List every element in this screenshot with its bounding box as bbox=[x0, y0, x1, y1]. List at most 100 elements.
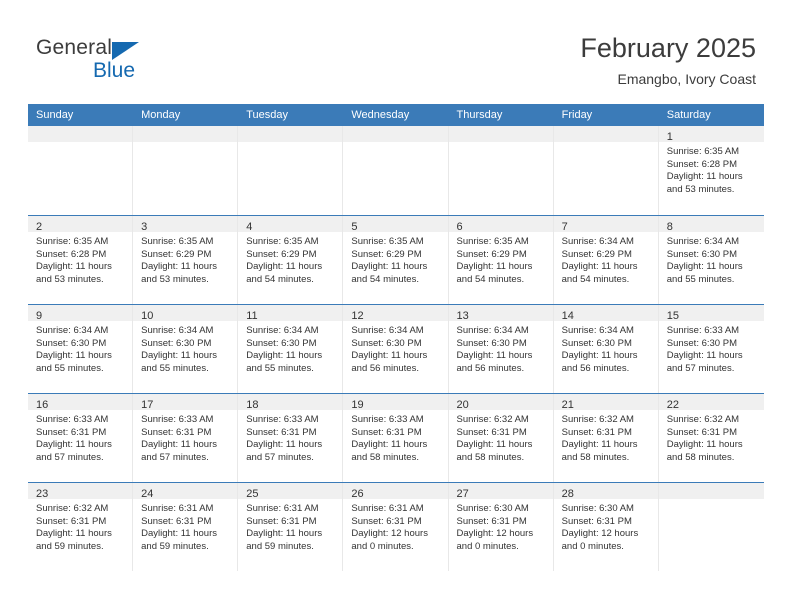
day-number-band: 23 bbox=[28, 483, 133, 500]
page-header: General Blue February 2025 Emangbo, Ivor… bbox=[0, 0, 792, 104]
calendar-day-cell-empty bbox=[133, 126, 239, 215]
day-number-band: 8 bbox=[658, 216, 764, 233]
daylight-text-line1: Daylight: 11 hours bbox=[561, 261, 638, 273]
calendar-day-cell[interactable]: 11 Sunrise: 6:34 AM Sunset: 6:30 PM Dayligh… bbox=[238, 305, 344, 393]
calendar-day-cell[interactable]: 20 Sunrise: 6:32 AM Sunset: 6:31 PM Dayligh… bbox=[448, 394, 554, 482]
calendar-day-cell[interactable]: 14 Sunrise: 6:34 AM Sunset: 6:30 PM Dayligh… bbox=[553, 305, 659, 393]
calendar-day-cell[interactable]: 15 Sunrise: 6:33 AM Sunset: 6:30 PM Dayligh… bbox=[658, 305, 764, 393]
sunrise-text: Sunrise: 6:30 AM bbox=[456, 503, 529, 514]
calendar-day-cell[interactable]: 4 Sunrise: 6:35 AM Sunset: 6:29 PM Daylight… bbox=[238, 216, 344, 304]
day-details: Sunrise: 6:33 AM Sunset: 6:31 PM Daylight:… bbox=[133, 410, 237, 464]
sunrise-text: Sunrise: 6:33 AM bbox=[246, 414, 319, 425]
day-number-band: 1 bbox=[658, 126, 764, 143]
calendar-day-cell[interactable]: 2 Sunrise: 6:35 AM Sunset: 6:28 PM Daylight… bbox=[28, 216, 134, 304]
sunrise-text: Sunrise: 6:32 AM bbox=[456, 414, 529, 425]
calendar-day-cell[interactable]: 10 Sunrise: 6:34 AM Sunset: 6:30 PM Dayligh… bbox=[133, 305, 239, 393]
sunset-text: Sunset: 6:31 PM bbox=[561, 426, 632, 438]
calendar-day-cell[interactable]: 17 Sunrise: 6:33 AM Sunset: 6:31 PM Dayligh… bbox=[133, 394, 239, 482]
calendar-day-cell[interactable]: 25 Sunrise: 6:31 AM Sunset: 6:31 PM Dayligh… bbox=[238, 483, 344, 571]
sunset-text: Sunset: 6:28 PM bbox=[666, 158, 737, 170]
sunset-text: Sunset: 6:30 PM bbox=[141, 337, 212, 349]
triangle-icon bbox=[112, 42, 139, 60]
calendar-day-cell[interactable]: 28 Sunrise: 6:30 AM Sunset: 6:31 PM Dayligh… bbox=[553, 483, 659, 571]
calendar-day-cell-empty bbox=[238, 126, 344, 215]
day-details: Sunrise: 6:34 AM Sunset: 6:30 PM Daylight:… bbox=[133, 321, 237, 375]
calendar-week-row: 16 Sunrise: 6:33 AM Sunset: 6:31 PM Dayligh… bbox=[28, 393, 764, 482]
sunrise-text: Sunrise: 6:32 AM bbox=[36, 503, 109, 514]
calendar-day-cell[interactable]: 16 Sunrise: 6:33 AM Sunset: 6:31 PM Dayligh… bbox=[28, 394, 134, 482]
daylight-text-line1: Daylight: 11 hours bbox=[456, 261, 533, 273]
daylight-text-line2: and 59 minutes. bbox=[141, 540, 209, 552]
calendar-week-row: 1 Sunrise: 6:35 AM Sunset: 6:28 PM Daylight… bbox=[28, 126, 764, 215]
calendar-day-cell[interactable]: 22 Sunrise: 6:32 AM Sunset: 6:31 PM Dayligh… bbox=[658, 394, 764, 482]
calendar-day-cell[interactable]: 27 Sunrise: 6:30 AM Sunset: 6:31 PM Dayligh… bbox=[448, 483, 554, 571]
day-details: Sunrise: 6:33 AM Sunset: 6:30 PM Daylight:… bbox=[659, 321, 764, 375]
calendar-day-cell[interactable]: 9 Sunrise: 6:34 AM Sunset: 6:30 PM Daylight… bbox=[28, 305, 134, 393]
daylight-text-line1: Daylight: 11 hours bbox=[456, 439, 533, 451]
day-number: 5 bbox=[351, 221, 358, 233]
calendar-grid: Sunday Monday Tuesday Wednesday Thursday… bbox=[28, 104, 764, 571]
day-number-band bbox=[28, 126, 133, 142]
daylight-text-line1: Daylight: 11 hours bbox=[246, 350, 323, 362]
daylight-text-line1: Daylight: 11 hours bbox=[246, 439, 323, 451]
calendar-day-cell[interactable]: 26 Sunrise: 6:31 AM Sunset: 6:31 PM Dayligh… bbox=[343, 483, 449, 571]
weekday-header-row: Sunday Monday Tuesday Wednesday Thursday… bbox=[28, 104, 764, 126]
daylight-text-line2: and 58 minutes. bbox=[561, 451, 630, 463]
day-details: Sunrise: 6:33 AM Sunset: 6:31 PM Daylight:… bbox=[238, 410, 342, 464]
sunset-text: Sunset: 6:31 PM bbox=[36, 515, 107, 527]
day-number-band: 5 bbox=[343, 216, 448, 233]
daylight-text-line1: Daylight: 11 hours bbox=[246, 261, 323, 273]
day-details: Sunrise: 6:31 AM Sunset: 6:31 PM Daylight:… bbox=[133, 499, 237, 553]
day-number: 7 bbox=[561, 221, 568, 233]
day-details: Sunrise: 6:35 AM Sunset: 6:29 PM Daylight:… bbox=[133, 232, 237, 286]
day-details: Sunrise: 6:34 AM Sunset: 6:30 PM Daylight:… bbox=[659, 232, 764, 286]
general-blue-logo[interactable]: General Blue bbox=[36, 36, 216, 86]
day-details: Sunrise: 6:32 AM Sunset: 6:31 PM Daylight:… bbox=[659, 410, 764, 464]
sunrise-text: Sunrise: 6:32 AM bbox=[561, 414, 634, 425]
calendar-day-cell[interactable]: 19 Sunrise: 6:33 AM Sunset: 6:31 PM Dayligh… bbox=[343, 394, 449, 482]
daylight-text-line2: and 58 minutes. bbox=[666, 451, 735, 463]
calendar-day-cell[interactable]: 12 Sunrise: 6:34 AM Sunset: 6:30 PM Dayligh… bbox=[343, 305, 449, 393]
day-number: 21 bbox=[561, 399, 574, 411]
daylight-text-line1: Daylight: 11 hours bbox=[561, 439, 638, 451]
page-subtitle: Emangbo, Ivory Coast bbox=[617, 71, 756, 87]
daylight-text-line2: and 56 minutes. bbox=[456, 362, 525, 374]
sunrise-text: Sunrise: 6:31 AM bbox=[141, 503, 214, 514]
day-details bbox=[659, 499, 764, 503]
sunrise-text: Sunrise: 6:34 AM bbox=[456, 325, 529, 336]
day-details: Sunrise: 6:34 AM Sunset: 6:30 PM Daylight:… bbox=[28, 321, 132, 375]
page-title: February 2025 bbox=[580, 33, 756, 63]
calendar-day-cell[interactable]: 5 Sunrise: 6:35 AM Sunset: 6:29 PM Daylight… bbox=[343, 216, 449, 304]
sunrise-text: Sunrise: 6:33 AM bbox=[141, 414, 214, 425]
day-details bbox=[28, 142, 132, 146]
daylight-text-line2: and 55 minutes. bbox=[246, 362, 314, 374]
calendar-day-cell[interactable]: 8 Sunrise: 6:34 AM Sunset: 6:30 PM Daylight… bbox=[658, 216, 764, 304]
calendar-day-cell[interactable]: 23 Sunrise: 6:32 AM Sunset: 6:31 PM Dayligh… bbox=[28, 483, 134, 571]
calendar-day-cell[interactable]: 13 Sunrise: 6:34 AM Sunset: 6:30 PM Dayligh… bbox=[448, 305, 554, 393]
day-number-band: 17 bbox=[133, 394, 238, 411]
day-details: Sunrise: 6:32 AM Sunset: 6:31 PM Daylight:… bbox=[28, 499, 132, 553]
daylight-text-line1: Daylight: 12 hours bbox=[456, 528, 534, 540]
calendar-day-cell[interactable]: 21 Sunrise: 6:32 AM Sunset: 6:31 PM Dayligh… bbox=[553, 394, 659, 482]
calendar-day-cell[interactable]: 24 Sunrise: 6:31 AM Sunset: 6:31 PM Dayligh… bbox=[133, 483, 239, 571]
day-number: 14 bbox=[561, 310, 574, 322]
daylight-text-line2: and 59 minutes. bbox=[36, 540, 104, 552]
day-details: Sunrise: 6:34 AM Sunset: 6:30 PM Daylight:… bbox=[238, 321, 342, 375]
day-number: 8 bbox=[666, 221, 673, 233]
sunrise-text: Sunrise: 6:33 AM bbox=[351, 414, 424, 425]
calendar-day-cell[interactable]: 6 Sunrise: 6:35 AM Sunset: 6:29 PM Daylight… bbox=[448, 216, 554, 304]
day-number: 2 bbox=[36, 221, 43, 233]
day-number-band: 9 bbox=[28, 305, 133, 322]
sunset-text: Sunset: 6:31 PM bbox=[456, 515, 527, 527]
calendar-day-cell[interactable]: 1 Sunrise: 6:35 AM Sunset: 6:28 PM Daylight… bbox=[658, 126, 764, 215]
sunrise-text: Sunrise: 6:34 AM bbox=[351, 325, 424, 336]
daylight-text-line1: Daylight: 11 hours bbox=[141, 528, 217, 540]
day-number: 19 bbox=[351, 399, 364, 411]
daylight-text-line2: and 53 minutes. bbox=[666, 183, 735, 195]
calendar-day-cell[interactable]: 3 Sunrise: 6:35 AM Sunset: 6:29 PM Daylight… bbox=[133, 216, 239, 304]
calendar-day-cell[interactable]: 18 Sunrise: 6:33 AM Sunset: 6:31 PM Dayligh… bbox=[238, 394, 344, 482]
calendar-day-cell[interactable]: 7 Sunrise: 6:34 AM Sunset: 6:29 PM Daylight… bbox=[553, 216, 659, 304]
weekday-header-monday: Monday bbox=[141, 109, 181, 121]
sunset-text: Sunset: 6:31 PM bbox=[141, 515, 212, 527]
daylight-text-line2: and 53 minutes. bbox=[36, 273, 104, 285]
